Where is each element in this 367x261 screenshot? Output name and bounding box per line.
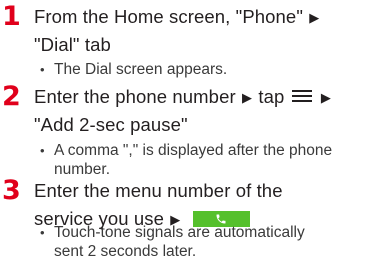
step-number: 3	[2, 175, 21, 206]
step-note: • The Dial screen appears.	[40, 60, 227, 79]
menu-icon	[291, 90, 312, 102]
step-text: From the Home screen, "Phone"	[34, 6, 303, 27]
step-number: 2	[2, 81, 21, 112]
bullet-icon: •	[40, 225, 45, 240]
arrow-icon: ▶	[320, 90, 331, 105]
note-text-continued: sent 2 seconds later.	[54, 243, 197, 260]
step-text-line: From the Home screen, "Phone" ▶	[34, 6, 320, 29]
step-text: "Dial" tab	[34, 34, 111, 55]
arrow-icon: ▶	[309, 10, 320, 25]
note-text-continued: number.	[54, 161, 111, 178]
step-text-line: "Dial" tab	[34, 34, 111, 56]
step-text: "Add 2-sec pause"	[34, 114, 188, 135]
step-text: tap	[258, 86, 285, 107]
step-text: Enter the menu number of the	[34, 180, 283, 201]
step-text-line: Enter the menu number of the	[34, 180, 283, 202]
bullet-icon: •	[40, 62, 45, 77]
step-text-line: "Add 2-sec pause"	[34, 114, 188, 136]
step-note: • A comma "," is displayed after the phon…	[40, 141, 332, 160]
step-number: 1	[2, 1, 21, 32]
step-text: Enter the phone number	[34, 86, 236, 107]
step-text-line: Enter the phone number ▶ tap ▶	[34, 86, 332, 109]
step-note: • Touch-tone signals are automatically	[40, 223, 305, 242]
bullet-icon: •	[40, 143, 45, 158]
note-text: A comma "," is displayed after the phone	[54, 142, 333, 159]
arrow-icon: ▶	[241, 90, 253, 105]
note-text: The Dial screen appears.	[54, 61, 228, 78]
note-text: Touch-tone signals are automatically	[54, 224, 305, 241]
